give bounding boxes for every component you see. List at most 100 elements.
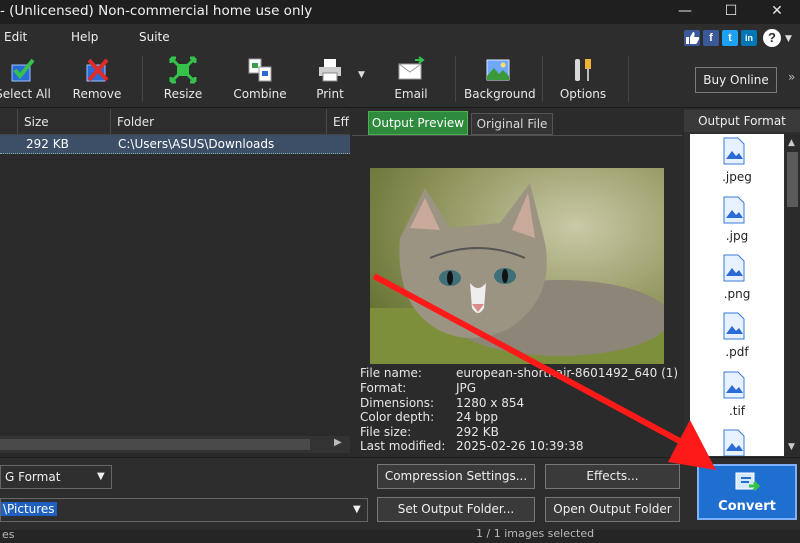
format-png[interactable]: .png [690, 251, 784, 309]
like-icon[interactable] [684, 30, 700, 46]
combine-button[interactable]: Combine [232, 50, 288, 108]
toolbar-separator [142, 56, 143, 102]
format-tif[interactable]: .tif [690, 368, 784, 426]
toolbar-overflow-icon[interactable]: » [788, 70, 795, 84]
print-button[interactable]: Print [305, 50, 355, 108]
facebook-icon[interactable]: f [703, 30, 719, 46]
remove-button[interactable]: Remove [70, 50, 124, 108]
column-effects[interactable]: Eff [326, 109, 350, 135]
info-value-filename: european-shorthair-8601492_640 (1) [456, 366, 679, 380]
file-list: Size Folder Eff 292 KB C:\Users\ASUS\Dow… [0, 109, 350, 457]
combine-label: Combine [233, 87, 287, 101]
convert-label: Convert [718, 499, 776, 514]
open-output-folder-button[interactable]: Open Output Folder [545, 497, 680, 522]
menu-help[interactable]: Help [71, 24, 98, 50]
resize-label: Resize [163, 87, 203, 101]
convert-button[interactable]: Convert [697, 464, 797, 520]
select-all-button[interactable]: Select All [0, 50, 54, 108]
status-bar: es 1 / 1 images selected [0, 527, 800, 543]
resize-icon [169, 56, 197, 84]
select-all-label: Select All [0, 87, 51, 101]
info-label-filename: File name: [360, 366, 422, 380]
tab-output-preview[interactable]: Output Preview [368, 111, 468, 135]
toolbar: Select All Remove Resize Combine Print ▼… [0, 50, 800, 108]
info-label-format: Format: [360, 381, 407, 395]
scroll-up-icon[interactable]: ▲ [788, 138, 795, 148]
document-icon [723, 254, 745, 282]
info-value-dimensions: 1280 x 854 [456, 396, 525, 410]
options-label: Options [559, 87, 607, 101]
info-label-file-size: File size: [360, 425, 412, 439]
document-icon [723, 137, 745, 165]
twitter-icon[interactable]: t [722, 30, 738, 46]
help-icon[interactable]: ? [763, 29, 781, 47]
email-button[interactable]: Email [386, 50, 436, 108]
format-label: .pdf [725, 345, 749, 359]
email-icon [397, 56, 425, 84]
format-pdf[interactable]: .pdf [690, 309, 784, 367]
maximize-button[interactable]: ☐ [708, 0, 754, 24]
close-button[interactable]: ✕ [754, 0, 800, 24]
horizontal-scrollbar[interactable]: ▶ [0, 436, 350, 453]
linkedin-icon[interactable]: in [741, 30, 757, 46]
background-label: Background [464, 87, 536, 101]
email-label: Email [394, 87, 428, 101]
menu-edit[interactable]: Edit [4, 24, 27, 50]
format-vertical-scrollbar[interactable]: ▲ ▼ [785, 134, 800, 456]
format-label: .jpeg [722, 170, 752, 184]
options-button[interactable]: Options [556, 50, 610, 108]
info-value-file-size: 292 KB [456, 425, 499, 439]
toolbar-separator [542, 56, 543, 102]
chevron-down-icon: ▼ [353, 504, 361, 515]
output-folder-value: \Pictures [1, 502, 57, 516]
chevron-down-icon: ▼ [97, 471, 105, 482]
print-label: Print [316, 87, 344, 101]
info-value-last-modified: 2025-02-26 10:39:38 [456, 439, 584, 453]
output-folder-field[interactable]: \Pictures ▼ [0, 498, 368, 522]
scroll-down-icon[interactable]: ▼ [788, 442, 795, 452]
cell-size: 292 KB [26, 137, 69, 151]
minimize-button[interactable]: — [662, 0, 708, 24]
format-select[interactable]: G Format ▼ [0, 465, 112, 489]
format-jpg[interactable]: .jpg [690, 193, 784, 251]
document-icon [723, 429, 745, 456]
compression-settings-button[interactable]: Compression Settings... [377, 464, 535, 489]
format-gif[interactable] [690, 426, 784, 456]
background-icon [484, 56, 512, 84]
effects-button[interactable]: Effects... [545, 464, 680, 489]
status-selection-count: 1 / 1 images selected [476, 527, 595, 540]
chevron-down-icon[interactable]: ▼ [785, 34, 792, 44]
output-format-list: .jpeg .jpg .png .pdf .tif [690, 134, 784, 456]
tab-original-file[interactable]: Original File [471, 113, 553, 135]
set-output-folder-button[interactable]: Set Output Folder... [377, 497, 535, 522]
cell-folder: C:\Users\ASUS\Downloads [118, 137, 275, 151]
menu-suite[interactable]: Suite [139, 24, 170, 50]
table-row[interactable]: 292 KB C:\Users\ASUS\Downloads [0, 135, 350, 154]
output-format-title: Output Format [684, 110, 800, 132]
title-bar: - (Unlicensed) Non-commercial home use o… [0, 0, 800, 24]
toolbar-separator [628, 56, 629, 102]
checkmark-icon [9, 56, 37, 84]
format-jpeg[interactable]: .jpeg [690, 134, 784, 192]
buy-online-button[interactable]: Buy Online [695, 67, 777, 93]
format-label: .tif [728, 404, 746, 418]
info-label-dimensions: Dimensions: [360, 396, 435, 410]
scrollbar-thumb[interactable] [0, 439, 310, 450]
status-left-text: es [2, 528, 15, 541]
tab-divider [352, 135, 682, 136]
tools-icon [569, 56, 597, 84]
scrollbar-thumb[interactable] [787, 152, 798, 207]
info-value-color-depth: 24 bpp [456, 410, 498, 424]
format-select-value: G Format [5, 470, 61, 484]
column-folder[interactable]: Folder [110, 109, 326, 135]
print-dropdown-icon[interactable]: ▼ [358, 70, 365, 80]
printer-icon [316, 56, 344, 84]
convert-icon [735, 472, 761, 497]
resize-button[interactable]: Resize [156, 50, 210, 108]
background-button[interactable]: Background [464, 50, 536, 108]
menu-bar: Edit Help Suite f t in ? ▼ [0, 24, 800, 50]
scroll-right-icon[interactable]: ▶ [334, 437, 342, 448]
window-title: - (Unlicensed) Non-commercial home use o… [0, 3, 313, 19]
format-label: .jpg [725, 229, 749, 243]
column-size[interactable]: Size [17, 109, 110, 135]
